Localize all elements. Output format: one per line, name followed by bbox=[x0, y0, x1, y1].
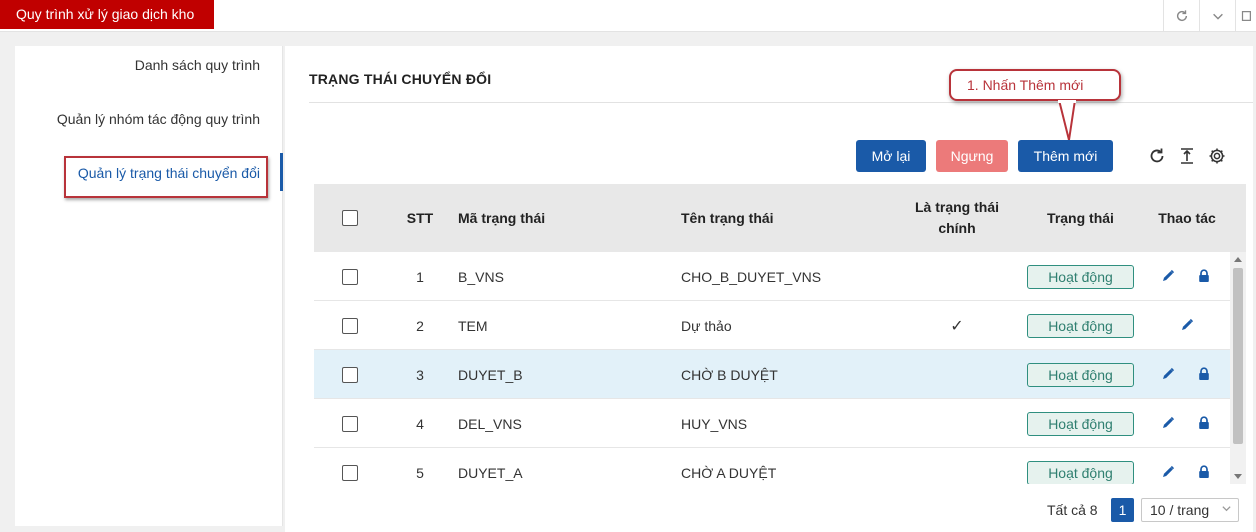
edit-icon[interactable] bbox=[1160, 366, 1176, 382]
edit-icon[interactable] bbox=[1179, 317, 1195, 333]
annotation-callout: 1. Nhấn Thêm mới bbox=[949, 69, 1121, 101]
cell-code: DUYET_A bbox=[458, 464, 523, 481]
header-stt: STT bbox=[406, 209, 434, 226]
check-mark-icon: ✓ bbox=[950, 317, 964, 335]
annotation-highlight-box bbox=[64, 156, 268, 198]
settings-icon[interactable] bbox=[1206, 145, 1228, 167]
row-checkbox-cell[interactable] bbox=[342, 252, 358, 301]
cell-main bbox=[897, 399, 1017, 448]
status-table: STT Mã trạng thái Tên trạng thái Là trạn… bbox=[314, 184, 1246, 484]
header-actions: Thao tác bbox=[1158, 209, 1216, 226]
cell-name: CHỜ A DUYỆT bbox=[681, 464, 777, 481]
main-content: TRẠNG THÁI CHUYỂN ĐỔI 1. Nhấn Thêm mới M… bbox=[285, 46, 1253, 532]
scroll-thumb[interactable] bbox=[1233, 268, 1243, 444]
cell-name: CHỜ B DUYỆT bbox=[681, 366, 778, 383]
cell-name: HUY_VNS bbox=[681, 415, 748, 432]
status-badge: Hoạt động bbox=[1027, 313, 1134, 338]
status-badge-cell: Hoạt động bbox=[1027, 252, 1134, 301]
table-row[interactable]: 5 DUYET_A CHỜ A DUYỆT Hoạt động bbox=[314, 448, 1230, 484]
page-size-select[interactable]: 10 / trang bbox=[1141, 498, 1239, 522]
lock-icon[interactable] bbox=[1196, 366, 1212, 382]
header-code: Mã trạng thái bbox=[458, 210, 546, 226]
row-checkbox[interactable] bbox=[342, 268, 358, 285]
cell-code: TEM bbox=[458, 317, 488, 334]
cell-code: B_VNS bbox=[458, 268, 504, 285]
header-is-main: Là trạng thái chính bbox=[897, 184, 1017, 252]
cell-code: DEL_VNS bbox=[458, 415, 522, 432]
cell-main bbox=[897, 252, 1017, 301]
table-row[interactable]: 3 DUYET_B CHỜ B DUYỆT Hoạt động bbox=[314, 350, 1230, 399]
row-checkbox[interactable] bbox=[342, 415, 358, 432]
header-is-main-line2: chính bbox=[938, 220, 976, 236]
header-is-main-line1: Là trạng thái bbox=[914, 199, 999, 215]
table-row[interactable]: 2 TEM Dự thảo ✓ Hoạt động bbox=[314, 301, 1230, 350]
top-bar: Quy trình xử lý giao dịch kho bbox=[0, 0, 1256, 32]
status-badge: Hoạt động bbox=[1027, 264, 1134, 289]
cell-code: DUYET_B bbox=[458, 366, 523, 383]
cell-stt: 3 bbox=[416, 366, 424, 383]
row-checkbox-cell[interactable] bbox=[342, 301, 358, 350]
cell-stt: 1 bbox=[416, 268, 424, 285]
cell-main bbox=[897, 350, 1017, 399]
row-checkbox[interactable] bbox=[342, 366, 358, 383]
add-new-button[interactable]: Thêm mới bbox=[1018, 140, 1113, 172]
status-badge-cell: Hoạt động bbox=[1027, 399, 1134, 448]
cell-name: CHO_B_DUYET_VNS bbox=[681, 268, 822, 285]
table-row[interactable]: 1 B_VNS CHO_B_DUYET_VNS Hoạt động bbox=[314, 252, 1230, 301]
status-badge: Hoạt động bbox=[1027, 411, 1134, 436]
cell-stt: 2 bbox=[416, 317, 424, 334]
cell-main bbox=[897, 448, 1017, 484]
lock-icon[interactable] bbox=[1196, 464, 1212, 480]
app-tab[interactable]: Quy trình xử lý giao dịch kho bbox=[0, 0, 214, 29]
select-all-checkbox-cell[interactable] bbox=[342, 184, 358, 252]
edit-icon[interactable] bbox=[1160, 268, 1176, 284]
reload-icon[interactable] bbox=[1146, 145, 1168, 167]
status-badge-cell: Hoạt động bbox=[1027, 448, 1134, 484]
row-checkbox[interactable] bbox=[342, 317, 358, 334]
status-badge-cell: Hoạt động bbox=[1027, 301, 1134, 350]
stop-button[interactable]: Ngưng bbox=[936, 140, 1008, 172]
active-indicator bbox=[280, 153, 283, 191]
column-height-icon[interactable] bbox=[1176, 145, 1198, 167]
scroll-up-icon[interactable] bbox=[1230, 252, 1246, 266]
cell-stt: 4 bbox=[416, 415, 424, 432]
pagination-page-1[interactable]: 1 bbox=[1111, 498, 1134, 522]
chevron-down-icon bbox=[1221, 503, 1232, 517]
table-header: STT Mã trạng thái Tên trạng thái Là trạn… bbox=[314, 184, 1246, 252]
pagination-total: Tất cả 8 bbox=[1047, 502, 1098, 518]
table-row[interactable]: 4 DEL_VNS HUY_VNS Hoạt động bbox=[314, 399, 1230, 448]
row-checkbox-cell[interactable] bbox=[342, 350, 358, 399]
header-status: Trạng thái bbox=[1047, 209, 1114, 226]
status-badge: Hoạt động bbox=[1027, 460, 1134, 484]
callout-arrow bbox=[1058, 100, 1076, 141]
row-checkbox-cell[interactable] bbox=[342, 448, 358, 484]
divider bbox=[309, 102, 1253, 103]
lock-icon[interactable] bbox=[1196, 268, 1212, 284]
header-name: Tên trạng thái bbox=[681, 210, 774, 226]
window-icon[interactable] bbox=[1235, 0, 1256, 31]
refresh-icon[interactable] bbox=[1163, 0, 1199, 31]
sidebar-item-impact-groups[interactable]: Quản lý nhóm tác động quy trình bbox=[57, 111, 260, 127]
cell-name: Dự thảo bbox=[681, 317, 732, 334]
chevron-down-icon[interactable] bbox=[1199, 0, 1235, 31]
table-scrollbar[interactable] bbox=[1230, 252, 1246, 484]
status-badge: Hoạt động bbox=[1027, 362, 1134, 387]
sidebar-item-process-list[interactable]: Danh sách quy trình bbox=[135, 57, 260, 73]
cell-stt: 5 bbox=[416, 464, 424, 481]
row-checkbox-cell[interactable] bbox=[342, 399, 358, 448]
row-checkbox[interactable] bbox=[342, 464, 358, 481]
page-title: TRẠNG THÁI CHUYỂN ĐỔI bbox=[309, 71, 492, 87]
scroll-down-icon[interactable] bbox=[1230, 470, 1246, 484]
edit-icon[interactable] bbox=[1160, 464, 1176, 480]
status-badge-cell: Hoạt động bbox=[1027, 350, 1134, 399]
edit-icon[interactable] bbox=[1160, 415, 1176, 431]
sidebar: Danh sách quy trình Quản lý nhóm tác độn… bbox=[15, 46, 283, 526]
lock-icon[interactable] bbox=[1196, 415, 1212, 431]
reopen-button[interactable]: Mở lại bbox=[856, 140, 926, 172]
page-size-value: 10 / trang bbox=[1150, 502, 1210, 518]
select-all-checkbox[interactable] bbox=[342, 210, 358, 226]
